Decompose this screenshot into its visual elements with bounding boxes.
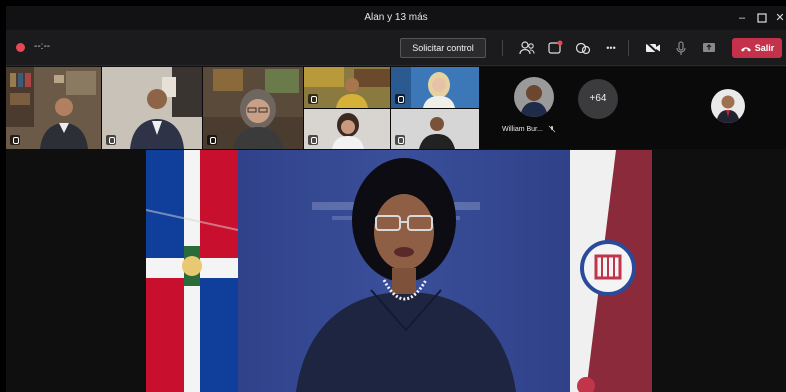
muted-mic-icon [548, 125, 556, 133]
main-video-stage[interactable] [146, 150, 652, 392]
more-participants-badge[interactable]: +64 [578, 79, 618, 119]
muted-mic-icon [395, 94, 405, 104]
participant-video-tile[interactable] [304, 67, 390, 108]
muted-mic-icon [395, 135, 405, 145]
participant-video [6, 67, 101, 149]
close-icon[interactable]: ✕ [772, 10, 786, 26]
maximize-icon[interactable] [754, 10, 770, 26]
more-options-icon[interactable]: ••• [602, 39, 620, 57]
muted-mic-icon [106, 135, 116, 145]
participant-video-tile[interactable] [304, 109, 390, 149]
participant-video-tile[interactable] [203, 67, 303, 149]
toolbar-divider [628, 40, 629, 56]
participant-video [102, 67, 202, 149]
participant-video [203, 67, 303, 149]
leave-label: Salir [754, 43, 775, 53]
speaker-video [146, 150, 652, 392]
participant-avatar[interactable] [711, 89, 745, 123]
muted-mic-icon [207, 135, 217, 145]
toolbar-divider [502, 40, 503, 56]
meeting-toolbar: --:-- Solicitar control ••• Salir [6, 30, 786, 66]
participant-video-tile[interactable] [391, 67, 479, 108]
participant-photo [514, 77, 554, 117]
title-bar: Alan y 13 más – ✕ [6, 6, 786, 30]
minimize-icon[interactable]: – [734, 10, 750, 26]
participant-gallery: William Bur... +64 [6, 67, 786, 149]
request-control-button[interactable]: Solicitar control [400, 38, 486, 58]
teams-meeting-window: Alan y 13 más – ✕ --:-- Solicitar contro… [6, 6, 786, 392]
leave-button[interactable]: Salir [732, 38, 782, 58]
participant-video-tile[interactable] [391, 109, 479, 149]
reactions-icon[interactable] [574, 39, 592, 57]
participant-video-tile[interactable] [102, 67, 202, 149]
muted-mic-icon [308, 94, 318, 104]
meeting-title: Alan y 13 más [364, 12, 428, 23]
hang-up-icon [740, 47, 751, 52]
participant-video-tile[interactable] [6, 67, 101, 149]
participants-icon[interactable] [518, 39, 536, 57]
participant-photo [711, 89, 745, 123]
meeting-timer: --:-- [34, 41, 51, 52]
muted-mic-icon [10, 135, 20, 145]
camera-off-icon[interactable] [644, 39, 662, 57]
left-flag [146, 150, 239, 392]
muted-mic-icon [308, 135, 318, 145]
microphone-icon[interactable] [672, 39, 690, 57]
chat-icon[interactable] [546, 39, 564, 57]
right-flag [570, 150, 652, 392]
participant-avatar[interactable] [514, 77, 554, 117]
share-screen-icon[interactable] [700, 39, 718, 57]
recording-indicator-icon [16, 43, 25, 52]
participant-name: William Bur... [502, 125, 556, 133]
